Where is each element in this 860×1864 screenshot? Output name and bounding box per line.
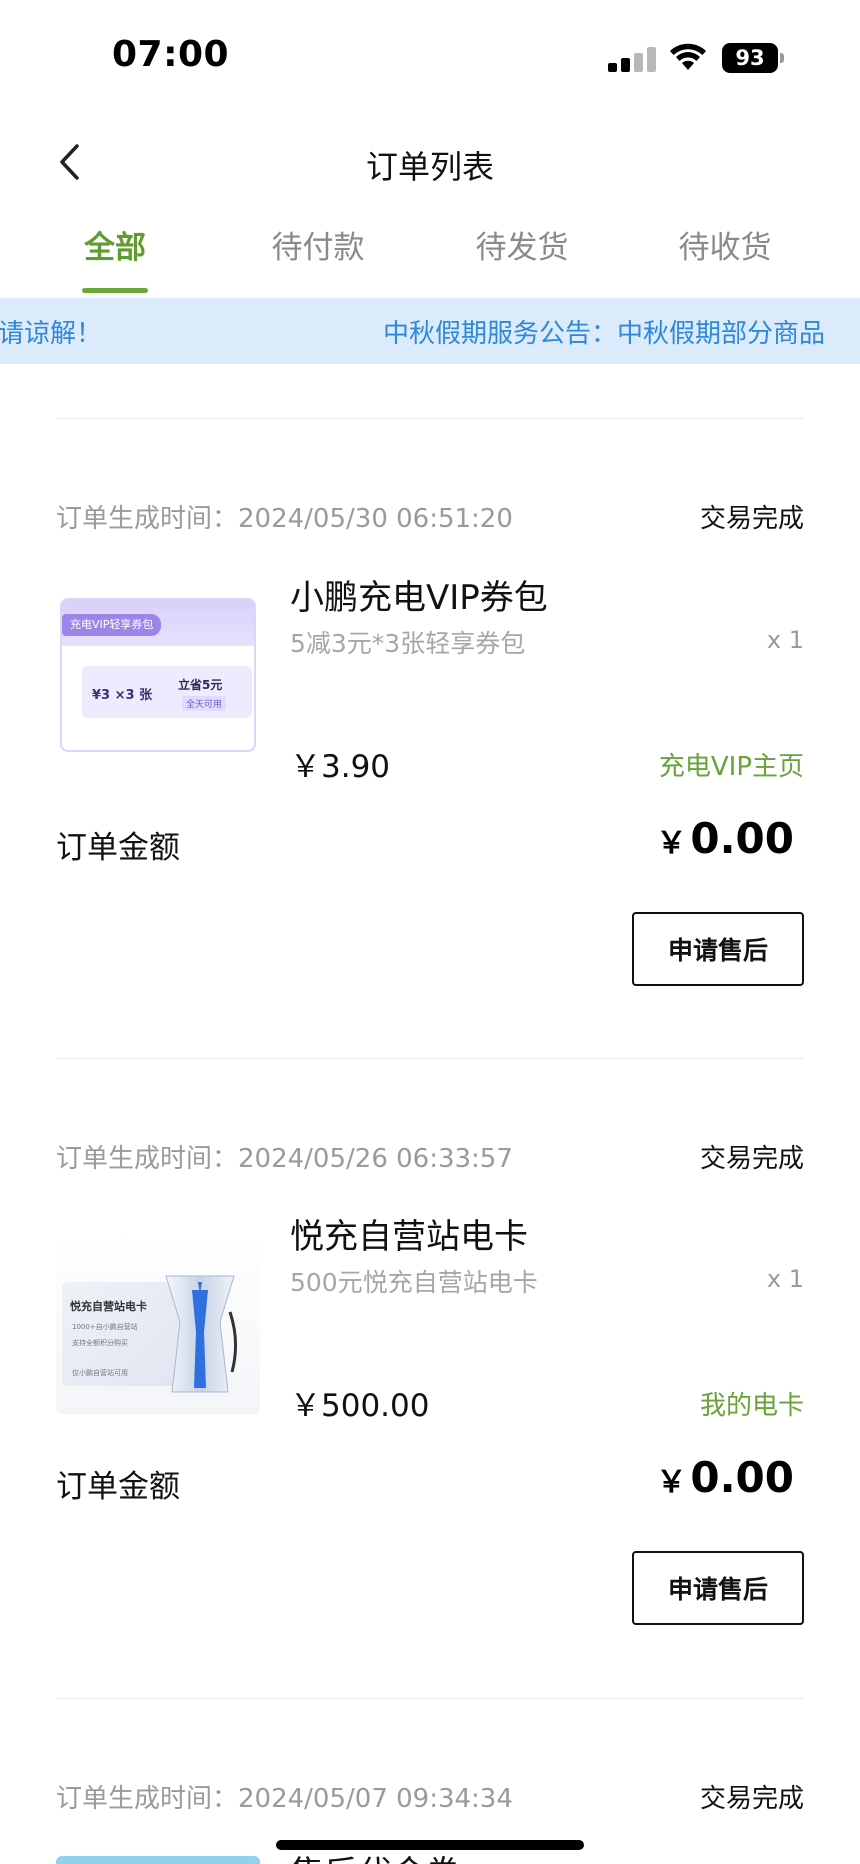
battery-level: 93 [735,46,765,70]
after-sale-button[interactable]: 申请售后 [632,912,804,986]
product-desc: 500元悦充自营站电卡 [290,1268,538,1297]
order-status: 交易完成 [699,1784,804,1814]
after-sale-button[interactable]: 申请售后 [632,1551,804,1625]
thumb-card-line1: 1000+自小鹏自营站 [72,1323,138,1331]
tab-pending-shipment[interactable]: 待发货 [420,222,624,294]
thumb-tag: 充电VIP轻享券包 [62,614,162,636]
product-name[interactable]: 小鹏充电VIP券包 [290,570,548,619]
battery-icon: 93 [722,43,784,73]
page-title: 订单列表 [365,148,494,186]
home-indicator [276,1840,584,1850]
thumb-card-title: 悦充自营站电卡 [70,1300,147,1313]
status-bar: 07:00 93 [0,0,860,110]
product-thumbnail[interactable]: 充电VIP轻享券包 ¥3 ×3 张 立省5元 全天可用 [56,594,260,776]
thumb-coupon-left: ¥3 ×3 张 [92,688,153,703]
amount-label: 订单金额 [56,830,180,866]
order-time: 订单生成时间：2024/05/07 09:34:34 [56,1784,513,1814]
amount-currency: ￥ [656,826,687,861]
tab-all[interactable]: 全部 [13,222,217,294]
cellular-signal-icon [608,46,656,72]
order-amount: ￥0.00 [656,1453,794,1502]
order-status: 交易完成 [699,504,804,534]
product-name[interactable]: 悦充自营站电卡 [290,1209,528,1258]
thumb-coupon-note: 全天可用 [182,696,227,711]
product-qty: x 1 [766,1265,804,1293]
charge-card-image: 悦充自营站电卡 1000+自小鹏自营站 支持全额积分购买 仅小鹏自营站可用 [56,1232,260,1414]
order-status: 交易完成 [699,1144,804,1174]
product-thumbnail[interactable]: 悦充自营站电卡 1000+自小鹏自营站 支持全额积分购买 仅小鹏自营站可用 [56,1232,260,1414]
notice-text-head: 中秋假期服务公告：中秋假期部分商品 [383,319,826,349]
divider [56,1058,804,1059]
amount-number: 0.00 [690,1453,794,1502]
amount-label: 订单金额 [56,1469,180,1505]
charger-icon [165,1275,237,1393]
vip-home-link[interactable]: 充电VIP主页 [659,746,804,783]
thumb-card-line3: 仅小鹏自营站可用 [72,1369,128,1377]
notice-text-tail: 请谅解！ [0,319,103,349]
product-qty: x 1 [766,626,804,654]
divider [56,1698,804,1699]
product-thumbnail[interactable] [56,1856,260,1864]
my-card-link[interactable]: 我的电卡 [700,1385,804,1422]
product-price: ￥3.90 [290,749,391,785]
divider [56,418,804,419]
amount-currency: ￥ [656,1465,687,1500]
active-tab-indicator [82,288,148,293]
order-amount: ￥0.00 [656,814,794,863]
notice-banner[interactable]: 请谅解！ 中秋假期服务公告：中秋假期部分商品 [0,298,860,364]
order-tabs: 全部 待付款 待发货 待收货 [0,222,860,298]
status-time: 07:00 [112,34,230,75]
thumb-card-line2: 支持全额积分购买 [72,1339,128,1347]
amount-number: 0.00 [690,814,794,863]
wifi-icon [670,43,706,70]
tab-pending-payment[interactable]: 待付款 [216,222,420,294]
nav-bar: 订单列表 [0,110,860,210]
product-price: ￥500.00 [290,1388,430,1424]
tab-pending-receipt[interactable]: 待收货 [623,222,827,294]
vip-coupon-image: 充电VIP轻享券包 ¥3 ×3 张 立省5元 全天可用 [60,598,256,752]
product-desc: 5减3元*3张轻享券包 [290,629,526,658]
order-time: 订单生成时间：2024/05/26 06:33:57 [56,1144,513,1174]
order-time: 订单生成时间：2024/05/30 06:51:20 [56,504,513,534]
thumb-coupon-right: 立省5元 [178,678,223,692]
